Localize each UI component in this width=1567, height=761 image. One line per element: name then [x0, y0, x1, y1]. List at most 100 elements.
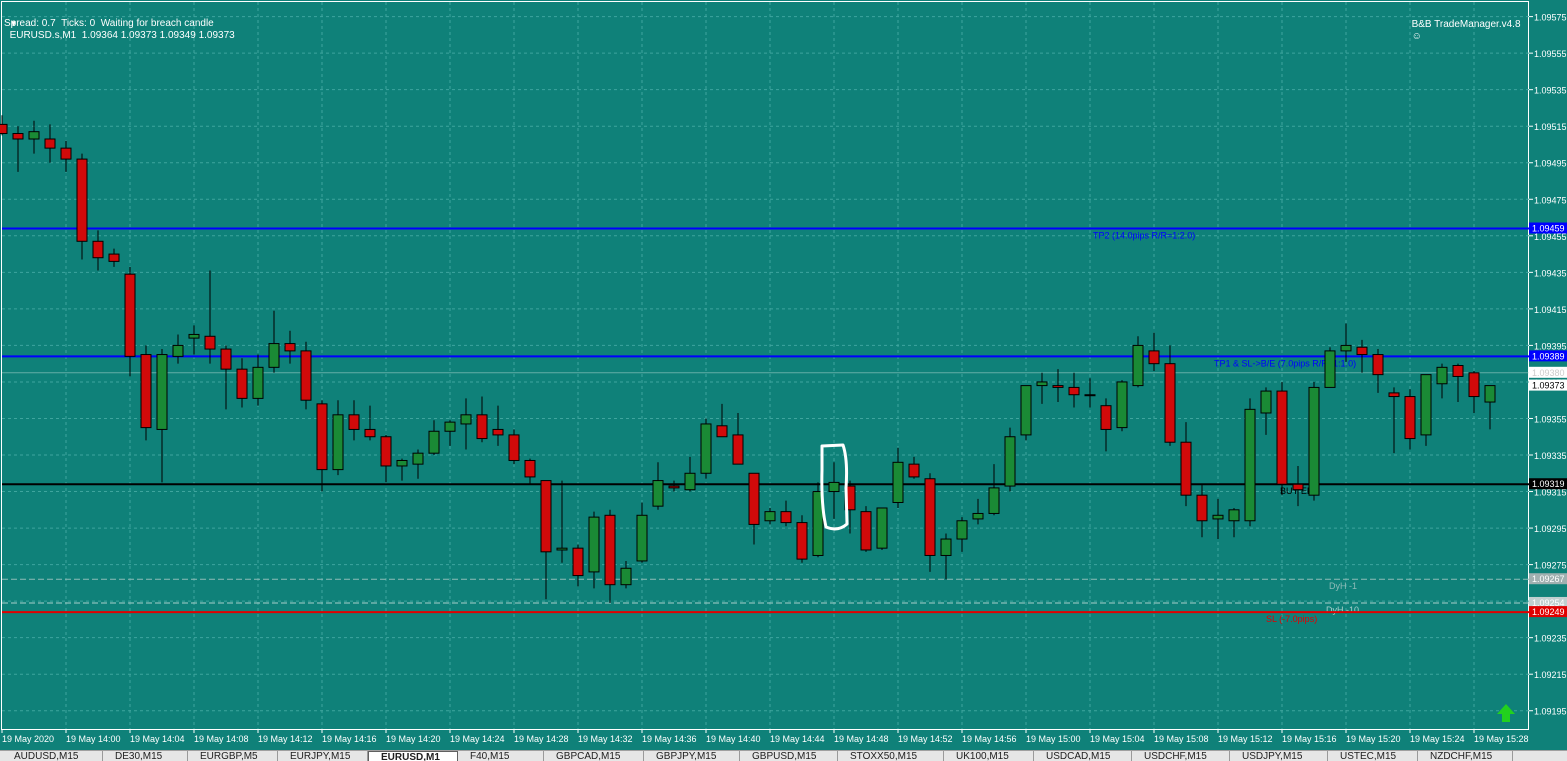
price-tick-label: 1.09415: [1534, 305, 1567, 315]
dyh10-line-label: DyH -10: [1326, 605, 1359, 615]
price-marker-label: 1.09380: [1532, 368, 1565, 378]
candle-bull: [1036, 381, 1048, 387]
candle-bull: [972, 512, 984, 520]
price-marker-label: 1.09319: [1532, 479, 1565, 489]
price-tick-label: 1.09355: [1534, 414, 1567, 424]
candle-bear: [604, 514, 616, 586]
candle-bull: [684, 472, 696, 491]
time-tick-label: 19 May 15:04: [1090, 734, 1145, 744]
smiley-icon: ☺: [1411, 31, 1422, 42]
candle-bear: [12, 133, 24, 140]
candle-bear: [1100, 405, 1112, 430]
candle-bull: [412, 452, 424, 465]
candle-bear: [204, 335, 216, 350]
time-tick-label: 19 May 14:20: [386, 734, 441, 744]
price-tick-label: 1.09515: [1534, 122, 1567, 132]
price-tick-label: 1.09195: [1534, 707, 1567, 717]
candle-bull: [444, 421, 456, 432]
candle-bear: [348, 414, 360, 430]
candle-bull: [828, 481, 840, 493]
time-tick-label: 19 May 14:12: [258, 734, 313, 744]
candle-bear: [924, 478, 936, 556]
time-tick-label: 19 May 14:16: [322, 734, 377, 744]
price-tick-label: 1.09475: [1534, 195, 1567, 205]
candle-bear: [572, 547, 584, 577]
candle-bull: [956, 520, 968, 540]
candle-bear: [124, 273, 136, 357]
dyh1-line-label: DyH -1: [1329, 581, 1357, 591]
time-tick-label: 19 May 14:04: [130, 734, 185, 744]
candle-bull: [876, 507, 888, 549]
price-tick-label: 1.09335: [1534, 451, 1567, 461]
candle-bull: [1340, 344, 1352, 352]
candle-bull: [1228, 509, 1240, 522]
candle-bull: [1004, 436, 1016, 487]
candle-bear: [668, 485, 680, 489]
time-tick-label: 19 May 14:52: [898, 734, 953, 744]
candle-bear: [1276, 390, 1288, 485]
candle-bear: [236, 368, 248, 399]
candle-bear: [1356, 346, 1368, 356]
candle-bull: [1308, 386, 1320, 496]
candle-bull: [1212, 514, 1224, 520]
candle-bull: [1484, 385, 1496, 403]
candle-bear: [1388, 392, 1400, 398]
price-tick-label: 1.09215: [1534, 670, 1567, 680]
time-tick-label: 19 May 14:08: [194, 734, 249, 744]
candle-bear: [380, 436, 392, 467]
candle-bull: [1084, 394, 1096, 397]
time-tick-label: 19 May 15:24: [1410, 734, 1465, 744]
candle-bull: [1324, 350, 1336, 388]
candle-bull: [28, 131, 40, 140]
candle-bull: [588, 516, 600, 573]
time-tick-label: 19 May 14:36: [642, 734, 697, 744]
candle-bear: [1292, 483, 1304, 491]
candle-bear: [716, 425, 728, 438]
candle-bull: [188, 333, 200, 339]
candle-bull: [1020, 385, 1032, 436]
candle-bull: [268, 343, 280, 368]
candle-bear: [1068, 386, 1080, 396]
candle-bear: [140, 354, 152, 429]
candle-bear: [92, 240, 104, 259]
price-tick-label: 1.09435: [1534, 268, 1567, 278]
symbol-tabs: AUDUSD,M15 DE30,M15 EURGBP,M5 EURJPY,M15 EUR…: [0, 750, 1567, 761]
candle-bear: [1148, 350, 1160, 365]
candle-bull: [652, 480, 664, 507]
time-tick-label: 19 May 15:28: [1474, 734, 1529, 744]
candle-bear: [732, 434, 744, 465]
time-tick-label: 19 May 15:20: [1346, 734, 1401, 744]
candle-bear: [60, 147, 72, 160]
time-tick-label: 19 May 14:40: [706, 734, 761, 744]
candle-bull: [1116, 381, 1128, 429]
candle-bull: [892, 461, 904, 503]
price-tick-label: 1.09575: [1534, 13, 1567, 23]
candle-bear: [748, 472, 760, 525]
price-tick-label: 1.09535: [1534, 86, 1567, 96]
candle-bear: [316, 403, 328, 471]
time-tick-label: 19 May 14:32: [578, 734, 633, 744]
candle-bear: [1052, 385, 1064, 388]
candle-bull: [252, 366, 264, 399]
candle-bear: [860, 511, 872, 551]
candle-bull: [764, 511, 776, 522]
time-tick-label: 19 May 14:00: [66, 734, 121, 744]
up-arrow-icon[interactable]: [1497, 704, 1515, 722]
candle-bull: [332, 414, 344, 471]
price-chart[interactable]: TP2 (14.0pips R/R=1:2.0)TP1 & SL->B/E (7…: [0, 0, 1567, 750]
tp2-line-label: TP2 (14.0pips R/R=1:2.0): [1093, 231, 1195, 241]
candle-bull: [620, 567, 632, 586]
candle-bear: [1468, 372, 1480, 398]
time-tick-label: 19 May 14:48: [834, 734, 889, 744]
trademanager-label: B&B TradeManager.v4.8 ☺: [1406, 7, 1521, 43]
candle-bear: [524, 459, 536, 478]
candle-bull: [156, 354, 168, 430]
candle-bear: [1164, 363, 1176, 443]
price-tick-label: 1.09235: [1534, 634, 1567, 644]
candle-bull: [1260, 390, 1272, 414]
candle-bull: [1420, 374, 1432, 436]
candle-bull: [172, 344, 184, 357]
price-tick-label: 1.09395: [1534, 341, 1567, 351]
time-tick-label: 19 May 14:56: [962, 734, 1017, 744]
candle-bull: [700, 423, 712, 474]
